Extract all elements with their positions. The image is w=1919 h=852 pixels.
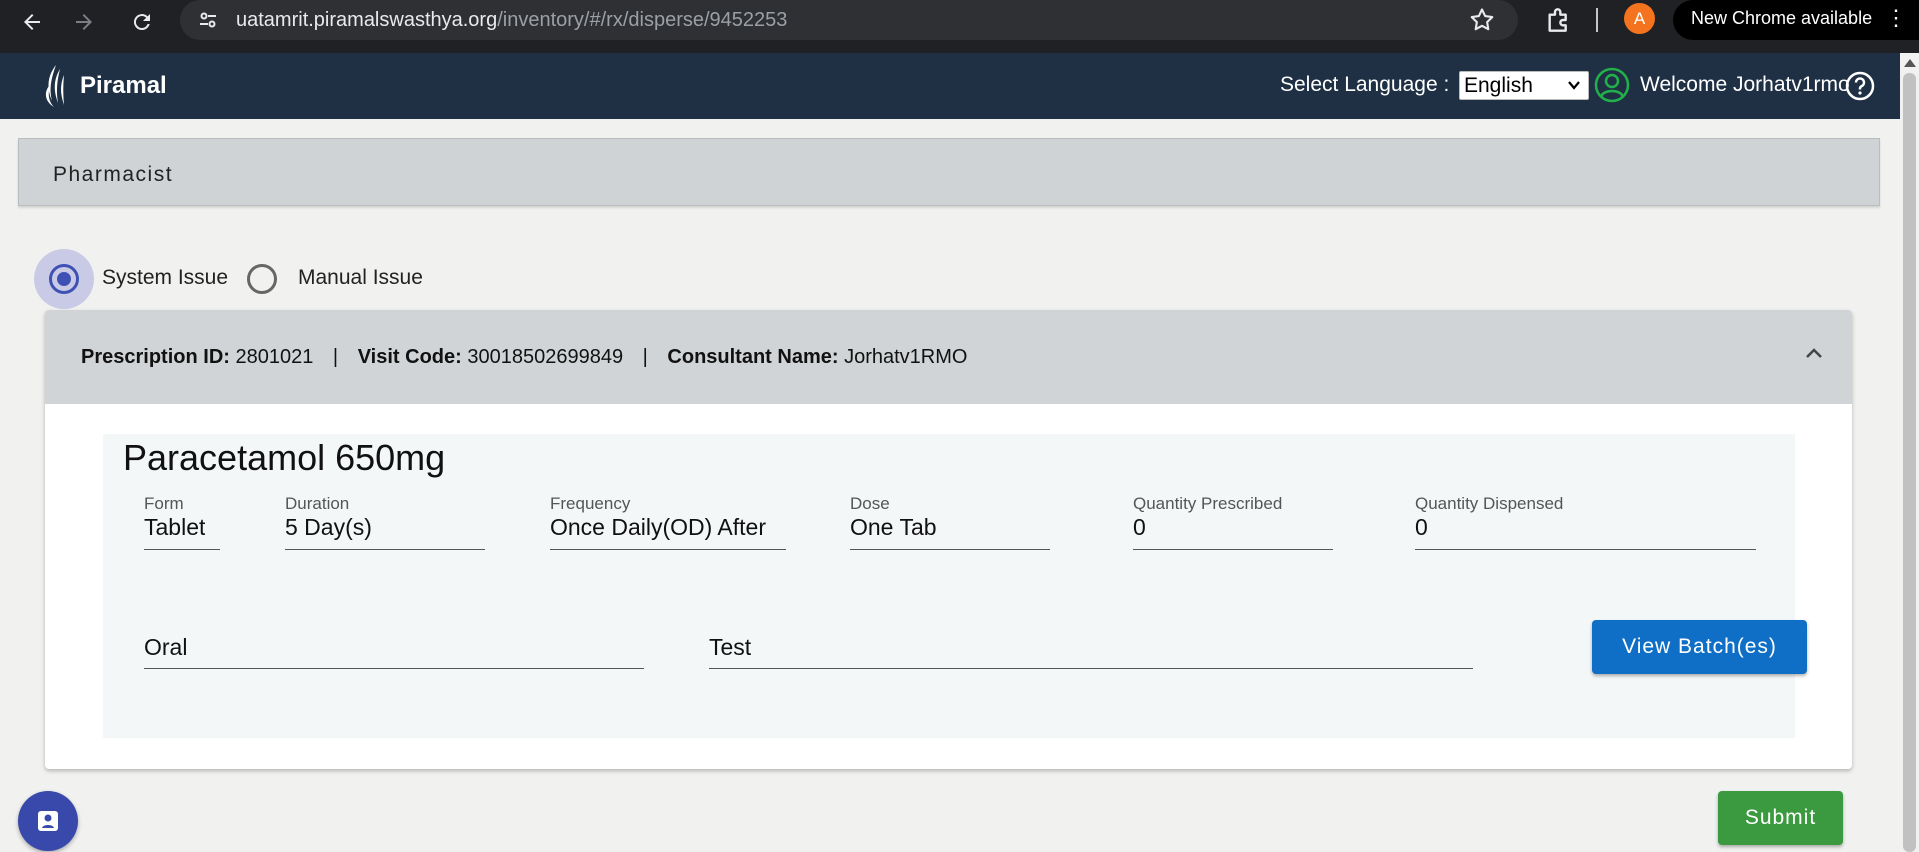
separator: | bbox=[642, 346, 648, 368]
submit-button[interactable]: Submit bbox=[1718, 791, 1843, 845]
consultant-name-value: Jorhatv1RMO bbox=[844, 346, 968, 368]
dose-label: Dose bbox=[850, 494, 890, 513]
role-title: Pharmacist bbox=[53, 163, 174, 186]
quantity-prescribed-field: Quantity Prescribed 0 bbox=[1133, 494, 1333, 554]
instructions-field: Test bbox=[709, 634, 1473, 670]
site-info-icon[interactable] bbox=[196, 8, 220, 32]
address-bar[interactable]: uatamrit.piramalswasthya.org/inventory/#… bbox=[180, 0, 1518, 40]
view-batches-button[interactable]: View Batch(es) bbox=[1592, 620, 1807, 674]
quantity-prescribed-value: 0 bbox=[1133, 514, 1146, 540]
frequency-field: Frequency Once Daily(OD) After bbox=[550, 494, 786, 554]
quantity-dispensed-field[interactable]: Quantity Dispensed 0 bbox=[1415, 494, 1756, 554]
field-underline bbox=[1415, 549, 1756, 550]
user-circle-icon[interactable] bbox=[1594, 67, 1630, 103]
brand-name: Piramal bbox=[80, 72, 167, 99]
route-value: Oral bbox=[144, 634, 188, 660]
app-header: Piramal Select Language : English Welcom… bbox=[0, 53, 1900, 119]
quantity-dispensed-value[interactable]: 0 bbox=[1415, 514, 1428, 541]
field-underline bbox=[550, 549, 786, 550]
prescription-info: Prescription ID: 2801021 | Visit Code: 3… bbox=[81, 346, 967, 369]
piramal-logo-icon bbox=[45, 65, 64, 107]
drug-item: Paracetamol 650mg Form Tablet Duration 5… bbox=[103, 434, 1807, 738]
forward-arrow-icon[interactable] bbox=[66, 4, 102, 40]
form-value: Tablet bbox=[144, 514, 206, 540]
field-underline bbox=[1133, 549, 1333, 550]
brand-logo[interactable]: Piramal bbox=[38, 61, 167, 111]
role-title-bar: Pharmacist bbox=[18, 138, 1880, 206]
quantity-prescribed-label: Quantity Prescribed bbox=[1133, 494, 1283, 513]
form-label: Form bbox=[144, 494, 184, 513]
prescription-card: Prescription ID: 2801021 | Visit Code: 3… bbox=[45, 310, 1852, 769]
prescription-header[interactable]: Prescription ID: 2801021 | Visit Code: 3… bbox=[45, 310, 1852, 404]
instructions-value: Test bbox=[709, 634, 752, 660]
frequency-label: Frequency bbox=[550, 494, 631, 513]
visit-code-value: 30018502699849 bbox=[467, 346, 624, 368]
manual-issue-label[interactable]: Manual Issue bbox=[298, 266, 423, 290]
prescription-id-label: Prescription ID: bbox=[81, 346, 230, 368]
toolbar-divider bbox=[1596, 8, 1598, 32]
chrome-update-button[interactable]: New Chrome available ⋮ bbox=[1673, 0, 1919, 40]
duration-value: 5 Day(s) bbox=[285, 514, 372, 540]
chevron-down-icon bbox=[1568, 81, 1580, 90]
extensions-icon[interactable] bbox=[1543, 4, 1575, 36]
language-selected-value: English bbox=[1464, 74, 1533, 97]
field-underline bbox=[144, 549, 220, 550]
duration-field: Duration 5 Day(s) bbox=[285, 494, 485, 554]
page-scrollbar[interactable] bbox=[1900, 53, 1919, 852]
browser-toolbar: uatamrit.piramalswasthya.org/inventory/#… bbox=[0, 0, 1919, 53]
back-arrow-icon[interactable] bbox=[14, 4, 50, 40]
field-underline bbox=[285, 549, 485, 550]
language-label: Select Language : bbox=[1280, 73, 1450, 96]
field-underline bbox=[850, 549, 1050, 550]
manual-issue-radio[interactable] bbox=[247, 264, 277, 294]
drug-name: Paracetamol 650mg bbox=[123, 437, 446, 478]
chat-contact-button[interactable] bbox=[18, 791, 78, 851]
visit-code-label: Visit Code: bbox=[357, 346, 462, 368]
chevron-up-icon[interactable] bbox=[1802, 342, 1826, 366]
username: Jorhatv1rmo bbox=[1732, 73, 1850, 96]
dose-value: One Tab bbox=[850, 514, 937, 540]
welcome-text: Welcome bbox=[1640, 73, 1728, 96]
language-select[interactable]: English bbox=[1459, 71, 1589, 100]
form-field: Form Tablet bbox=[144, 494, 220, 554]
reload-icon[interactable] bbox=[124, 4, 160, 40]
star-icon[interactable] bbox=[1468, 6, 1496, 34]
system-issue-radio[interactable] bbox=[49, 264, 79, 294]
help-icon[interactable] bbox=[1845, 71, 1875, 101]
frequency-value: Once Daily(OD) After bbox=[550, 514, 766, 540]
route-field: Oral bbox=[144, 634, 644, 670]
duration-label: Duration bbox=[285, 494, 350, 513]
welcome-message: Welcome Jorhatv1rmo bbox=[1640, 73, 1850, 97]
system-issue-label[interactable]: System Issue bbox=[102, 266, 228, 290]
chrome-update-label: New Chrome available bbox=[1691, 8, 1873, 28]
field-underline bbox=[709, 668, 1473, 669]
separator: | bbox=[332, 346, 339, 368]
chat-contact-icon bbox=[38, 811, 58, 831]
url-text: uatamrit.piramalswasthya.org/inventory/#… bbox=[236, 9, 788, 31]
field-underline bbox=[144, 668, 644, 669]
consultant-name-label: Consultant Name: bbox=[667, 346, 839, 368]
prescription-id-value: 2801021 bbox=[235, 346, 314, 368]
quantity-dispensed-label: Quantity Dispensed bbox=[1415, 494, 1564, 513]
scroll-up-icon[interactable] bbox=[1904, 59, 1916, 67]
profile-avatar[interactable]: A bbox=[1624, 3, 1655, 34]
chrome-menu-icon[interactable]: ⋮ bbox=[1885, 0, 1907, 36]
dose-field: Dose One Tab bbox=[850, 494, 1050, 554]
scroll-thumb[interactable] bbox=[1903, 73, 1916, 852]
